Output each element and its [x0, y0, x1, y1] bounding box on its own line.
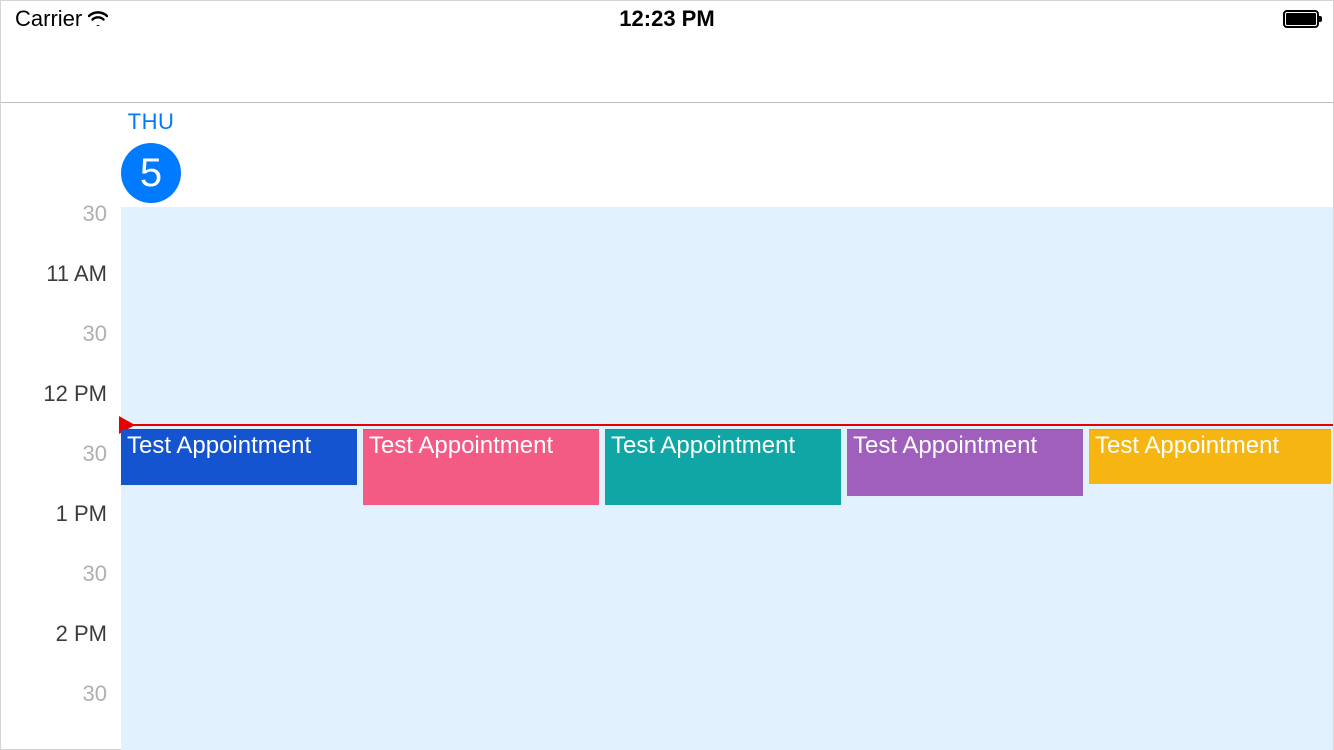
navigation-bar [1, 37, 1333, 103]
time-label: 30 [1, 321, 121, 347]
calendar-day-view[interactable]: THU 5 30 11 AM 30 12 PM 30 1 PM 30 2 PM 30 Test … [1, 103, 1333, 750]
time-label: 30 [1, 441, 121, 467]
event-title: Test Appointment [369, 432, 553, 459]
calendar-event[interactable]: Test Appointment [121, 429, 357, 485]
hour-gridline [121, 633, 1333, 634]
day-number-badge[interactable]: 5 [121, 143, 181, 203]
event-title: Test Appointment [611, 432, 795, 459]
calendar-event[interactable]: Test Appointment [847, 429, 1083, 496]
time-label: 11 AM [1, 261, 121, 287]
time-label: 30 [1, 561, 121, 587]
hour-gridline [121, 393, 1333, 394]
calendar-event[interactable]: Test Appointment [605, 429, 841, 505]
status-bar-time: 12:23 PM [619, 6, 714, 32]
time-label: 30 [1, 201, 121, 227]
wifi-icon [88, 10, 108, 29]
carrier-label: Carrier [15, 6, 82, 32]
calendar-event[interactable]: Test Appointment [1089, 429, 1331, 484]
time-label: 2 PM [1, 621, 121, 647]
current-time-line [121, 424, 1333, 426]
status-bar-right [1283, 10, 1319, 28]
battery-icon [1283, 10, 1319, 28]
time-label: 1 PM [1, 501, 121, 527]
event-title: Test Appointment [127, 432, 311, 459]
status-bar-left: Carrier [15, 6, 108, 32]
event-title: Test Appointment [1095, 432, 1279, 459]
day-header[interactable]: THU 5 [121, 109, 181, 203]
hour-gridline [121, 513, 1333, 514]
time-label: 30 [1, 681, 121, 707]
day-of-week-label: THU [121, 109, 181, 135]
calendar-event[interactable]: Test Appointment [363, 429, 599, 505]
hour-gridline [121, 273, 1333, 274]
time-label: 12 PM [1, 381, 121, 407]
event-title: Test Appointment [853, 432, 1037, 459]
status-bar: Carrier 12:23 PM [1, 1, 1333, 37]
